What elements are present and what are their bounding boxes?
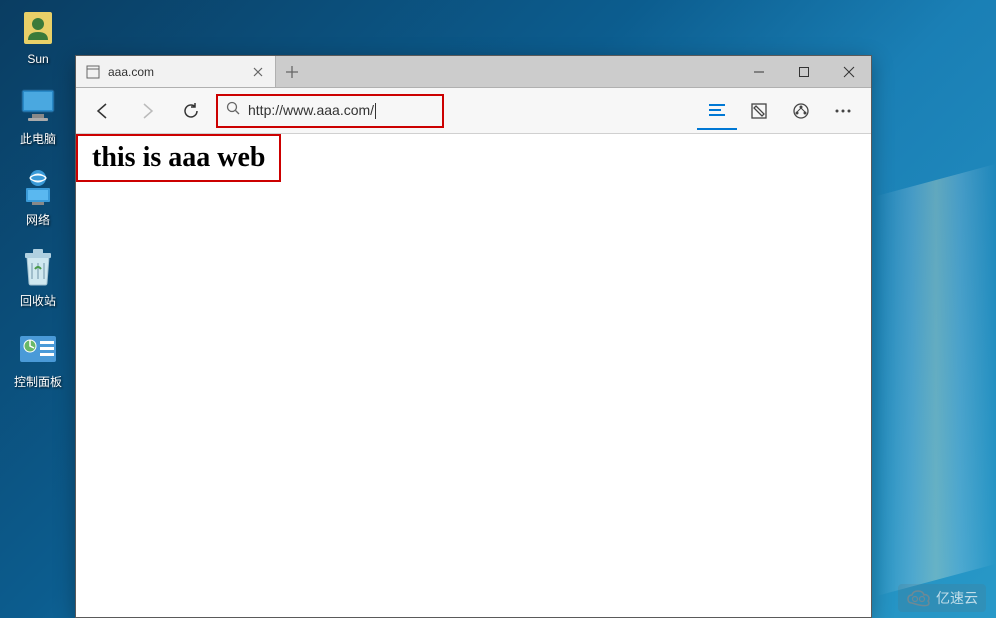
- watermark-text: 亿速云: [936, 588, 978, 608]
- desktop-icon-network[interactable]: 网络: [8, 167, 68, 228]
- search-icon: [226, 101, 240, 120]
- content-highlight-box: this is aaa web: [76, 134, 281, 182]
- notes-button[interactable]: [739, 92, 779, 130]
- browser-toolbar: http://www.aaa.com/: [76, 88, 871, 134]
- network-icon: [18, 167, 58, 207]
- computer-icon: [18, 86, 58, 126]
- desktop-icon-controlpanel[interactable]: 控制面板: [8, 329, 68, 390]
- more-button[interactable]: [823, 92, 863, 130]
- recycle-bin-icon: [18, 248, 58, 288]
- close-window-button[interactable]: [826, 56, 871, 87]
- refresh-button[interactable]: [172, 92, 210, 130]
- icon-label: 此电脑: [20, 130, 56, 147]
- icon-label: Sun: [27, 52, 48, 66]
- page-heading: this is aaa web: [92, 142, 265, 174]
- control-panel-icon: [18, 329, 58, 369]
- address-bar-container: http://www.aaa.com/: [216, 94, 451, 128]
- window-controls: [736, 56, 871, 87]
- browser-window: aaa.com: [75, 55, 872, 618]
- user-icon: [18, 8, 58, 48]
- page-icon: [86, 65, 100, 79]
- url-input[interactable]: http://www.aaa.com/: [248, 102, 434, 119]
- tab-title: aaa.com: [108, 65, 243, 79]
- forward-button[interactable]: [128, 92, 166, 130]
- address-bar[interactable]: http://www.aaa.com/: [216, 94, 444, 128]
- minimize-button[interactable]: [736, 56, 781, 87]
- desktop-icons: Sun 此电脑 网络: [8, 8, 68, 390]
- new-tab-button[interactable]: [276, 56, 308, 87]
- close-tab-button[interactable]: [251, 65, 265, 79]
- cloud-icon: [906, 589, 932, 607]
- reading-view-button[interactable]: [697, 92, 737, 130]
- toolbar-actions: [697, 92, 863, 130]
- desktop-icon-user[interactable]: Sun: [8, 8, 68, 66]
- share-button[interactable]: [781, 92, 821, 130]
- desktop-icon-recyclebin[interactable]: 回收站: [8, 248, 68, 309]
- tab-bar: aaa.com: [76, 56, 871, 88]
- icon-label: 控制面板: [14, 373, 62, 390]
- browser-tab[interactable]: aaa.com: [76, 56, 276, 87]
- icon-label: 回收站: [20, 292, 56, 309]
- page-content: this is aaa web: [76, 134, 871, 617]
- icon-label: 网络: [26, 211, 50, 228]
- background-decoration: [876, 164, 996, 596]
- watermark: 亿速云: [898, 584, 986, 612]
- maximize-button[interactable]: [781, 56, 826, 87]
- desktop-icon-pc[interactable]: 此电脑: [8, 86, 68, 147]
- back-button[interactable]: [84, 92, 122, 130]
